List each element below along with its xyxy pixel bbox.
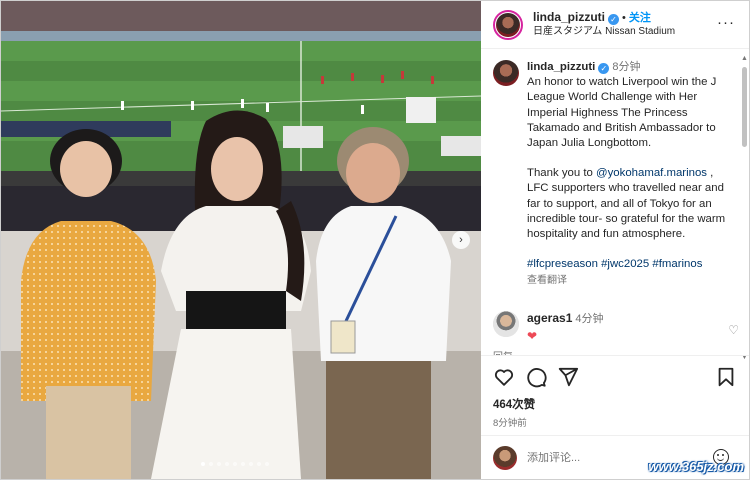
post-side-panel: linda_pizzuti ✓ • 关注 日産スタジアム Nissan Stadium… bbox=[481, 1, 749, 479]
site-watermark: www.365jz.com bbox=[648, 459, 744, 474]
instagram-post-window: › linda_pizzuti ✓ • 关注 日産スタジアム Nissan Stadi… bbox=[0, 0, 750, 480]
post-timestamp: 8分钟前 bbox=[493, 418, 527, 429]
comment-time: 4分钟 bbox=[575, 312, 604, 325]
caption-avatar[interactable] bbox=[493, 60, 519, 86]
mention-link[interactable]: @yokohamaf.marinos bbox=[596, 167, 707, 179]
caption-paragraph-1: An honor to watch Liverpool win the J Le… bbox=[527, 76, 717, 150]
carousel-dot bbox=[209, 462, 213, 466]
post-photo[interactable]: › bbox=[1, 1, 481, 479]
carousel-dots bbox=[201, 462, 269, 466]
bookmark-icon[interactable] bbox=[715, 366, 737, 388]
scrollbar-thumb[interactable] bbox=[742, 67, 747, 147]
carousel-dot bbox=[217, 462, 221, 466]
carousel-dot bbox=[241, 462, 245, 466]
post-header: linda_pizzuti ✓ • 关注 日産スタジアム Nissan Stadium… bbox=[481, 1, 749, 49]
carousel-dot bbox=[249, 462, 253, 466]
caption-block: linda_pizzuti ✓ 8分钟 An honor to watch Live… bbox=[493, 60, 727, 289]
carousel-dot bbox=[225, 462, 229, 466]
comment-text: ❤ bbox=[527, 328, 538, 343]
carousel-dot bbox=[265, 462, 269, 466]
caption-text-pre: Thank you to bbox=[527, 167, 597, 180]
commenter-avatar[interactable] bbox=[493, 310, 519, 337]
hashtag-links[interactable]: #lfcpreseason #jwc2025 #fmarinos bbox=[527, 257, 727, 272]
caption-paragraph-2: Thank you to @yokohamaf.marinos , LFC su… bbox=[527, 166, 727, 242]
verified-badge-icon: ✓ bbox=[608, 14, 619, 25]
stadium-photo-illustration bbox=[1, 1, 481, 479]
carousel-dot bbox=[233, 462, 237, 466]
viewer-avatar bbox=[493, 445, 517, 470]
follow-button[interactable]: 关注 bbox=[629, 12, 651, 24]
scrollbar[interactable]: ▲ ▼ bbox=[741, 55, 748, 361]
see-translation-link[interactable]: 查看翻译 bbox=[527, 273, 727, 288]
carousel-next-button[interactable]: › bbox=[452, 231, 470, 249]
comments-scroll-area[interactable]: linda_pizzuti ✓ 8分钟 An honor to watch Live… bbox=[481, 50, 749, 355]
chevron-right-icon: › bbox=[459, 234, 463, 246]
comment-bubble-icon[interactable] bbox=[525, 366, 547, 388]
comment-like-heart-icon[interactable]: ♡ bbox=[728, 323, 739, 337]
comment-item: ageras14分钟 ❤ 回复 ♡ bbox=[493, 310, 739, 355]
author-username[interactable]: linda_pizzuti bbox=[533, 10, 605, 24]
caption-time: 8分钟 bbox=[612, 61, 641, 73]
share-paper-plane-icon[interactable] bbox=[557, 366, 579, 388]
carousel-dot bbox=[257, 462, 261, 466]
commenter-username[interactable]: ageras1 bbox=[527, 311, 572, 325]
carousel-dot bbox=[201, 462, 205, 466]
author-avatar[interactable] bbox=[493, 9, 523, 40]
location-link[interactable]: 日産スタジアム Nissan Stadium bbox=[533, 25, 675, 39]
like-count[interactable]: 464次赞 bbox=[493, 396, 737, 412]
verified-badge-icon: ✓ bbox=[598, 63, 610, 74]
caption-username[interactable]: linda_pizzuti bbox=[527, 61, 595, 73]
post-actions: 464次赞 8分钟前 bbox=[481, 355, 749, 429]
like-heart-icon[interactable] bbox=[493, 366, 515, 388]
more-horizontal-icon[interactable]: ··· bbox=[717, 14, 735, 31]
scroll-up-arrow-icon[interactable]: ▲ bbox=[741, 55, 748, 62]
separator-dot: • bbox=[622, 12, 626, 24]
